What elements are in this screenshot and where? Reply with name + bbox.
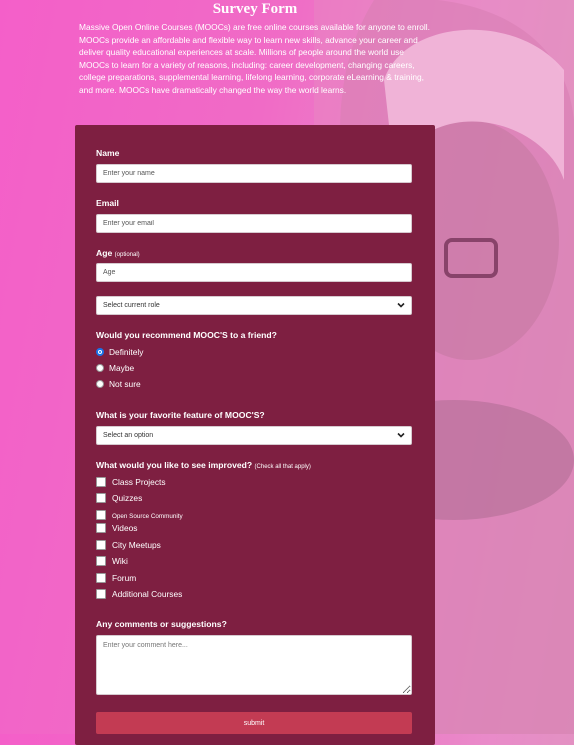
option-label: Additional Courses bbox=[112, 589, 183, 599]
survey-form-card: Name Email Age (optional) Select current… bbox=[75, 125, 435, 745]
checkbox[interactable] bbox=[96, 572, 106, 583]
checkbox[interactable] bbox=[96, 522, 106, 533]
feature-select[interactable]: Select an option bbox=[96, 426, 412, 445]
option-label: Not sure bbox=[109, 379, 141, 389]
comments-textarea[interactable] bbox=[96, 635, 412, 695]
age-label-text: Age bbox=[96, 248, 113, 258]
checkbox[interactable] bbox=[96, 492, 106, 503]
option-label: Videos bbox=[112, 523, 138, 533]
intro-text: Massive Open Online Courses (MOOCs) are … bbox=[79, 22, 430, 95]
role-select-value: Select current role bbox=[103, 302, 160, 309]
email-label: Email bbox=[96, 198, 119, 208]
improve-option[interactable]: Videos bbox=[96, 522, 137, 534]
age-label: Age (optional) bbox=[96, 248, 140, 258]
improve-hint: (Check all that apply) bbox=[254, 464, 311, 470]
page-title: Survey Form bbox=[212, 1, 298, 17]
chevron-down-icon bbox=[397, 432, 405, 438]
checkbox[interactable] bbox=[96, 555, 106, 566]
age-input[interactable] bbox=[96, 263, 412, 282]
checkbox[interactable] bbox=[96, 588, 106, 599]
improve-option[interactable]: Quizzes bbox=[96, 492, 142, 504]
improve-option[interactable]: Wiki bbox=[96, 555, 128, 567]
option-label: Quizzes bbox=[112, 493, 143, 503]
improve-question: What would you like to see improved? (Ch… bbox=[96, 460, 311, 470]
recommend-option-maybe[interactable]: Maybe bbox=[96, 362, 134, 374]
improve-option[interactable]: Class Projects bbox=[96, 476, 166, 488]
recommend-question: Would you recommend MOOC'S to a friend? bbox=[96, 330, 277, 340]
improve-option[interactable]: Forum bbox=[96, 572, 136, 584]
recommend-option-not-sure[interactable]: Not sure bbox=[96, 378, 141, 390]
option-label: City Meetups bbox=[112, 540, 161, 550]
option-label: Forum bbox=[112, 573, 137, 583]
checkbox[interactable] bbox=[96, 476, 106, 487]
improve-option[interactable]: Open Source Community bbox=[96, 509, 183, 521]
role-select[interactable]: Select current role bbox=[96, 296, 412, 315]
name-label: Name bbox=[96, 148, 120, 158]
radio-selected-icon[interactable] bbox=[96, 347, 104, 356]
option-label: Class Projects bbox=[112, 477, 166, 487]
feature-select-value: Select an option bbox=[103, 432, 154, 439]
option-label: Maybe bbox=[109, 363, 135, 373]
feature-question: What is your favorite feature of MOOC'S? bbox=[96, 410, 265, 420]
radio-icon[interactable] bbox=[96, 363, 104, 372]
checkbox[interactable] bbox=[96, 509, 106, 520]
chevron-down-icon bbox=[397, 302, 405, 308]
name-input[interactable] bbox=[96, 164, 412, 183]
comments-label: Any comments or suggestions? bbox=[96, 619, 227, 629]
age-optional-hint: (optional) bbox=[114, 252, 140, 258]
improve-option[interactable]: City Meetups bbox=[96, 539, 161, 551]
radio-icon[interactable] bbox=[96, 379, 104, 388]
submit-button[interactable]: submit bbox=[96, 712, 412, 734]
improve-question-text: What would you like to see improved? bbox=[96, 460, 253, 470]
option-label: Wiki bbox=[112, 556, 128, 566]
checkbox[interactable] bbox=[96, 539, 106, 550]
option-label: Definitely bbox=[109, 347, 144, 357]
improve-option[interactable]: Additional Courses bbox=[96, 588, 182, 600]
recommend-option-definitely[interactable]: Definitely bbox=[96, 346, 143, 358]
email-input[interactable] bbox=[96, 214, 412, 233]
option-label: Open Source Community bbox=[112, 513, 183, 520]
